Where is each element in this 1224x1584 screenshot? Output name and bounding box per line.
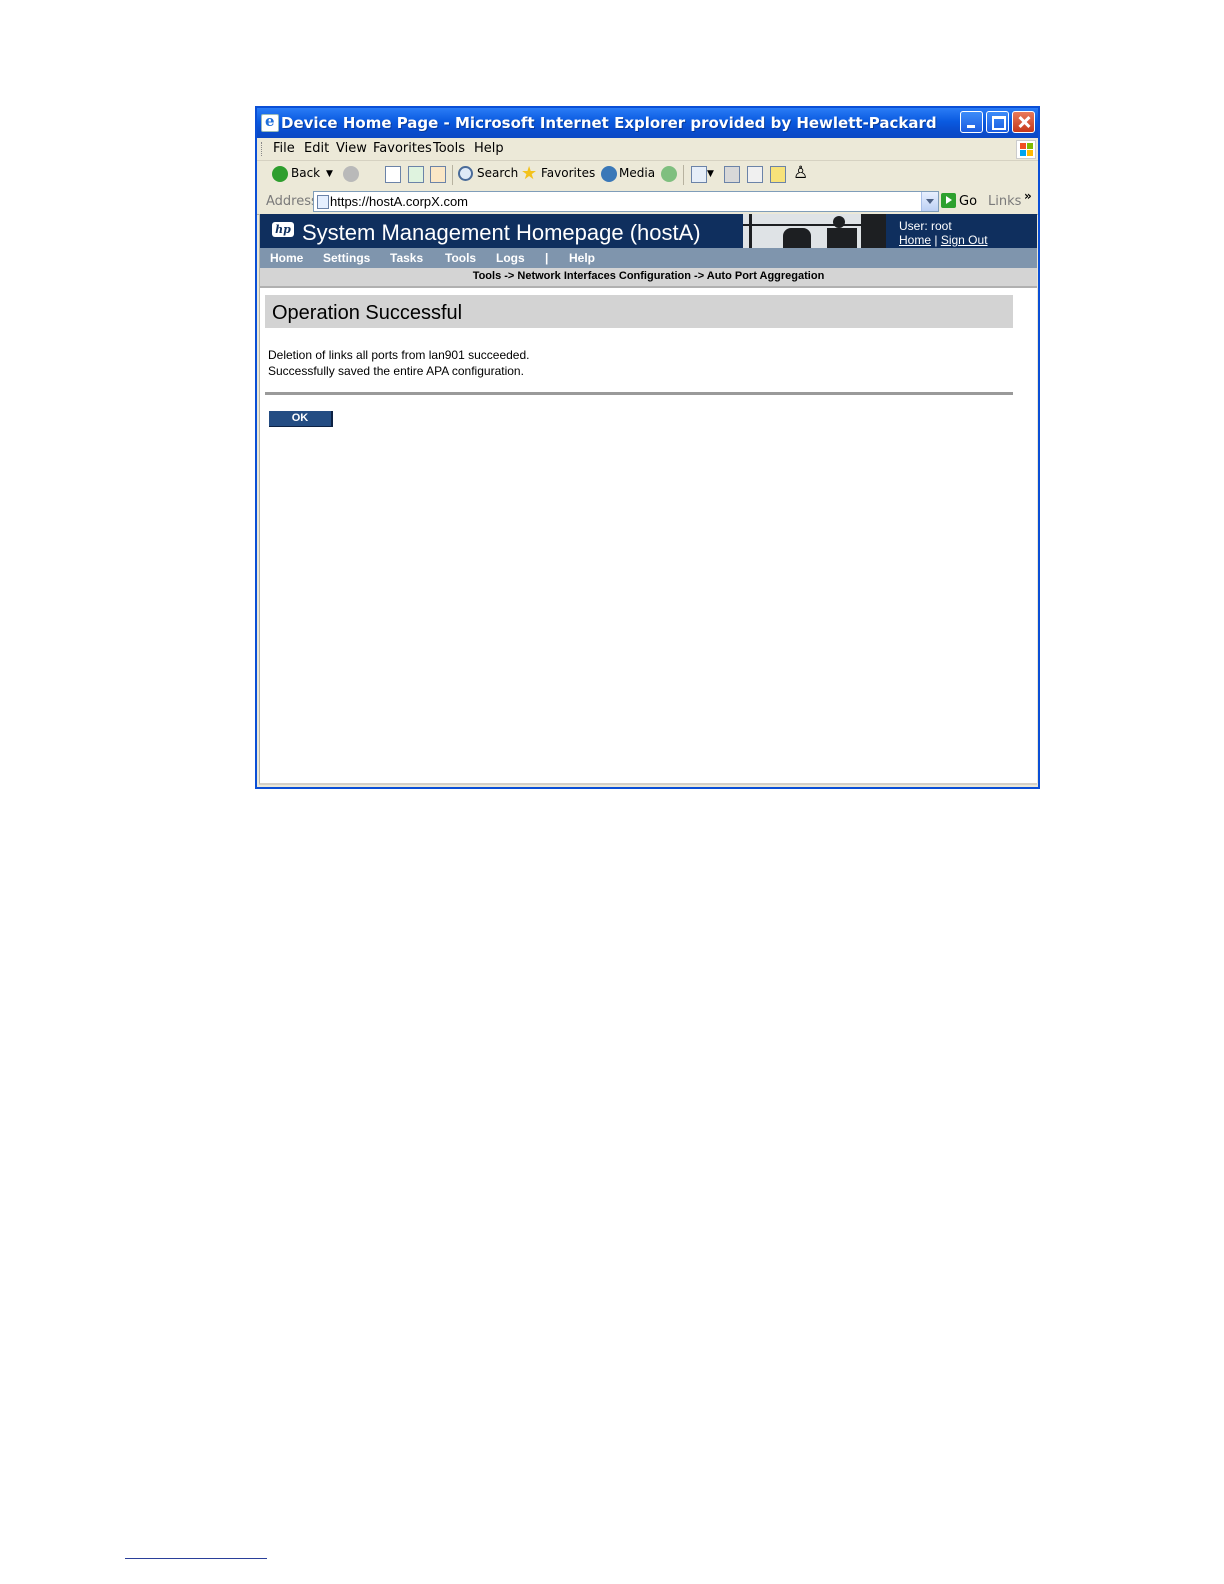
status-message: Successfully saved the entire APA config… [268, 364, 524, 378]
breadcrumb-bar: Tools -> Network Interfaces Configuratio… [260, 268, 1037, 288]
edit-icon[interactable] [747, 166, 763, 183]
nav-help[interactable]: Help [569, 251, 595, 265]
history-icon[interactable] [661, 166, 677, 182]
minimize-icon[interactable] [960, 111, 983, 133]
go-arrow-icon[interactable] [941, 193, 956, 208]
link-separator: | [934, 233, 938, 247]
title-bar: Device Home Page - Microsoft Internet Ex… [257, 108, 1038, 138]
menu-file[interactable]: File [273, 141, 295, 156]
ie-page-icon [261, 112, 279, 132]
back-button-label[interactable]: Back [291, 166, 320, 180]
menu-edit[interactable]: Edit [304, 141, 329, 156]
toolbar-separator [452, 165, 453, 185]
forward-icon[interactable] [343, 166, 359, 182]
address-field[interactable] [313, 191, 939, 212]
url-input[interactable] [330, 192, 915, 210]
nav-home[interactable]: Home [270, 251, 303, 265]
menu-bar: File Edit View Favorites Tools Help [257, 138, 1038, 161]
home-icon[interactable] [430, 166, 446, 183]
nav-logs[interactable]: Logs [496, 251, 525, 265]
user-label: User: root [899, 219, 952, 233]
nav-tasks[interactable]: Tasks [390, 251, 423, 265]
address-label: Address [266, 194, 318, 209]
mail-dropdown-icon[interactable]: ▼ [707, 169, 714, 179]
stop-icon[interactable] [385, 166, 401, 183]
go-button[interactable]: Go [959, 194, 977, 209]
footnote-rule [125, 1558, 267, 1559]
address-bar: Address Go Links » [257, 189, 1038, 215]
messenger-icon[interactable]: ♙ [793, 163, 808, 183]
media-button-label[interactable]: Media [619, 166, 655, 180]
smh-nav-bar: Home Settings Tasks Tools Logs | Help [260, 248, 1037, 268]
status-message: Deletion of links all ports from lan901 … [268, 348, 530, 362]
maximize-icon[interactable] [986, 111, 1009, 133]
breadcrumb: Tools -> Network Interfaces Configuratio… [472, 270, 825, 282]
page-icon [317, 195, 329, 209]
header-home-link[interactable]: Home [899, 233, 931, 247]
discuss-icon[interactable] [770, 166, 786, 183]
user-info: User: root Home | Sign Out [899, 219, 988, 247]
nav-tools[interactable]: Tools [445, 251, 476, 265]
standard-toolbar: Back ▼ Search ★ Favorites Media ▼ ♙ [257, 161, 1038, 190]
banner-image [743, 214, 886, 248]
back-dropdown-icon[interactable]: ▼ [326, 169, 333, 179]
toolbar-separator [683, 165, 684, 185]
print-icon[interactable] [724, 166, 740, 183]
windows-logo-icon [1016, 140, 1036, 159]
close-icon[interactable] [1012, 111, 1035, 133]
search-icon[interactable] [458, 166, 473, 181]
smh-header: hp System Management Homepage (hostA) Us… [260, 214, 1037, 248]
hp-logo: hp [272, 222, 294, 237]
menu-help[interactable]: Help [474, 141, 504, 156]
menu-tools[interactable]: Tools [433, 141, 465, 156]
favorites-star-icon[interactable]: ★ [521, 163, 537, 184]
chevron-more-icon[interactable]: » [1024, 189, 1032, 203]
favorites-button-label[interactable]: Favorites [541, 166, 595, 180]
status-heading-box: Operation Successful [265, 295, 1013, 328]
refresh-icon[interactable] [408, 166, 424, 183]
nav-settings[interactable]: Settings [323, 251, 370, 265]
divider [265, 392, 1013, 395]
page-viewport: hp System Management Homepage (hostA) Us… [259, 214, 1037, 785]
search-button-label[interactable]: Search [477, 166, 518, 180]
chevron-down-icon[interactable] [921, 192, 938, 211]
page-title: System Management Homepage (hostA) [302, 220, 701, 245]
menu-favorites[interactable]: Favorites [373, 141, 432, 156]
browser-window: Device Home Page - Microsoft Internet Ex… [255, 106, 1040, 789]
links-button[interactable]: Links [988, 194, 1021, 209]
sign-out-link[interactable]: Sign Out [941, 233, 988, 247]
ok-button[interactable]: OK [269, 411, 333, 427]
back-icon[interactable] [272, 166, 288, 182]
nav-separator: | [545, 251, 549, 265]
status-heading: Operation Successful [272, 302, 463, 324]
window-title: Device Home Page - Microsoft Internet Ex… [281, 114, 937, 132]
mail-icon[interactable] [691, 166, 707, 183]
toolbar-grip [261, 142, 264, 156]
menu-view[interactable]: View [336, 141, 367, 156]
media-icon[interactable] [601, 166, 617, 182]
